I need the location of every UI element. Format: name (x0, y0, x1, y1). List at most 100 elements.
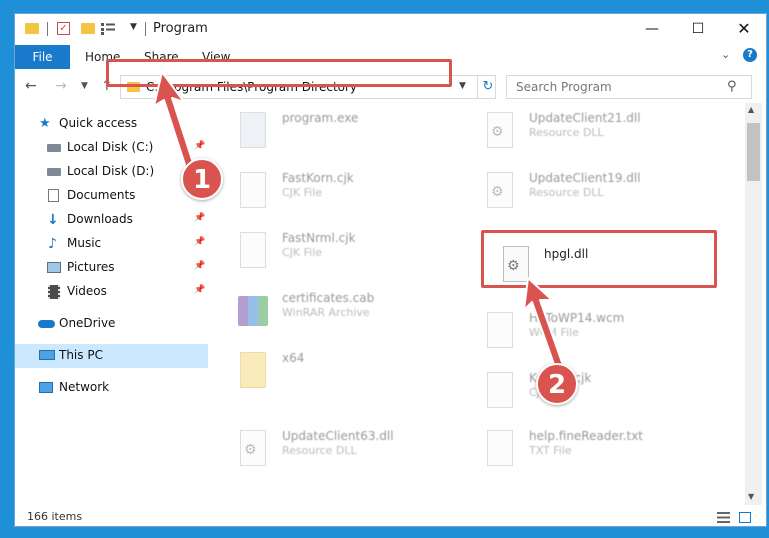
file-type: Resource DLL (529, 126, 604, 139)
list-item[interactable]: FastNrml.cjk CJK File (225, 226, 470, 284)
sidebar-item-documents[interactable]: Documents (15, 184, 208, 208)
scroll-down-icon[interactable]: ▼ (748, 492, 754, 501)
file-name: FastKorn.cjk (282, 171, 354, 185)
new-folder-icon[interactable] (81, 23, 95, 34)
sidebar-item-label: Local Disk (D:) (67, 164, 155, 178)
pointer-arrow-2 (523, 277, 565, 371)
list-item[interactable]: ⚙ UpdateClient63.dll Resource DLL (225, 424, 470, 482)
address-dropdown-chevron-icon[interactable]: ▼ (459, 81, 466, 91)
sidebar-item-label: Music (67, 236, 102, 250)
sidebar-item-label: Quick access (59, 116, 138, 130)
network-icon (39, 382, 53, 393)
list-item[interactable]: ⚙ UpdateClient21.dll Resource DLL (472, 106, 717, 164)
documents-icon (48, 189, 59, 202)
title-bar: ✓ ▼ Program — ☐ ✕ (15, 14, 766, 44)
large-icons-view-icon[interactable] (739, 512, 751, 523)
file-icon (236, 230, 270, 272)
close-button[interactable]: ✕ (721, 14, 766, 44)
list-item[interactable]: FastKorn.cjk CJK File (225, 166, 470, 224)
sidebar-item-label: Videos (67, 284, 107, 298)
search-input[interactable] (507, 76, 726, 98)
file-icon (483, 370, 517, 412)
file-icon (236, 170, 270, 212)
download-icon: ↓ (47, 212, 59, 228)
file-type: CJK File (282, 186, 323, 199)
list-item[interactable]: ⚙ UpdateClient19.dll Resource DLL (472, 166, 717, 224)
recent-locations-chevron-icon[interactable]: ▼ (81, 81, 88, 91)
file-name: FastNrml.cjk (282, 231, 356, 245)
file-name: certificates.cab (282, 291, 375, 305)
tab-file[interactable]: File (15, 45, 70, 69)
music-icon: ♪ (48, 236, 57, 252)
list-item[interactable]: Korean.cjk CJK File (472, 366, 717, 424)
pin-icon[interactable]: 📌 (194, 285, 205, 295)
customize-toolbar-chevron-icon[interactable]: ▼ (130, 22, 137, 38)
file-name: program.exe (282, 111, 359, 125)
sidebar-item-videos[interactable]: Videos 📌 (15, 280, 208, 304)
item-count: 166 items (27, 510, 83, 523)
status-bar: 166 items (15, 507, 766, 526)
dll-file-icon: ⚙ (483, 170, 517, 212)
sidebar-item-label: Network (59, 380, 110, 394)
window-title: Program (153, 21, 208, 36)
refresh-icon[interactable]: ↻ (477, 76, 498, 98)
computer-icon (39, 350, 55, 360)
dll-file-icon: ⚙ (483, 110, 517, 152)
archive-icon (236, 290, 270, 332)
file-icon (483, 310, 517, 352)
pin-icon[interactable]: 📌 (194, 237, 205, 247)
sidebar-item-label: OneDrive (59, 316, 116, 330)
sidebar-item-label: Documents (67, 188, 136, 202)
star-icon: ★ (39, 116, 51, 131)
step-callout-2: 2 (536, 363, 578, 405)
search-icon[interactable]: ⚲ (727, 79, 737, 94)
search-box[interactable]: ⚲ (506, 75, 752, 99)
properties-icon[interactable] (101, 22, 115, 35)
list-item[interactable]: certificates.cab WinRAR Archive (225, 286, 470, 344)
file-name: UpdateClient21.dll (529, 111, 641, 125)
cloud-icon (38, 320, 55, 328)
drive-icon (47, 168, 61, 176)
scroll-up-icon[interactable]: ▲ (748, 105, 754, 114)
file-type: Resource DLL (282, 444, 357, 457)
forward-arrow-icon[interactable]: → (55, 78, 67, 94)
properties-check-icon[interactable]: ✓ (57, 22, 70, 35)
sidebar-item-label: Pictures (67, 260, 115, 274)
file-name: UpdateClient63.dll (282, 429, 394, 443)
list-item[interactable]: program.exe (225, 106, 470, 164)
file-name: UpdateClient19.dll (529, 171, 641, 185)
file-list: program.exe ⚙ UpdateClient21.dll Resourc… (225, 106, 749, 494)
sidebar-item-pictures[interactable]: Pictures 📌 (15, 256, 208, 280)
help-icon[interactable]: ? (743, 48, 757, 62)
folder-icon (25, 23, 39, 34)
file-name: x64 (282, 351, 305, 365)
file-highlight-box (481, 230, 717, 288)
back-arrow-icon[interactable]: ← (25, 78, 37, 94)
toolbar-separator (145, 22, 146, 36)
sidebar-item-label: Downloads (67, 212, 133, 226)
details-view-icon[interactable] (717, 512, 730, 523)
list-item[interactable]: x64 (225, 346, 470, 404)
minimize-button[interactable]: — (629, 14, 675, 44)
sidebar-item-label: This PC (59, 348, 103, 362)
list-item[interactable]: HoToWP14.wcm WCM File (472, 306, 717, 364)
drive-icon (47, 144, 61, 152)
vertical-scrollbar[interactable]: ▲ ▼ (745, 103, 762, 505)
app-icon (236, 110, 270, 152)
scrollbar-thumb[interactable] (747, 123, 760, 181)
expand-ribbon-chevron-icon[interactable]: ⌄ (721, 48, 730, 61)
sidebar-item-downloads[interactable]: ↓ Downloads 📌 (15, 208, 208, 232)
sidebar-item-network[interactable]: Network (15, 376, 208, 400)
file-type: Resource DLL (529, 186, 604, 199)
list-item[interactable]: help.fineReader.txt TXT File (472, 424, 717, 482)
pin-icon[interactable]: 📌 (194, 213, 205, 223)
file-type: WinRAR Archive (282, 306, 370, 319)
pin-icon[interactable]: 📌 (194, 261, 205, 271)
sidebar-item-onedrive[interactable]: OneDrive (15, 312, 208, 336)
sidebar-item-music[interactable]: ♪ Music 📌 (15, 232, 208, 256)
toolbar-separator (47, 22, 48, 36)
file-name: help.fineReader.txt (529, 429, 643, 443)
sidebar-item-this-pc[interactable]: This PC (15, 344, 208, 368)
dll-file-icon: ⚙ (236, 428, 270, 470)
maximize-button[interactable]: ☐ (675, 14, 721, 44)
